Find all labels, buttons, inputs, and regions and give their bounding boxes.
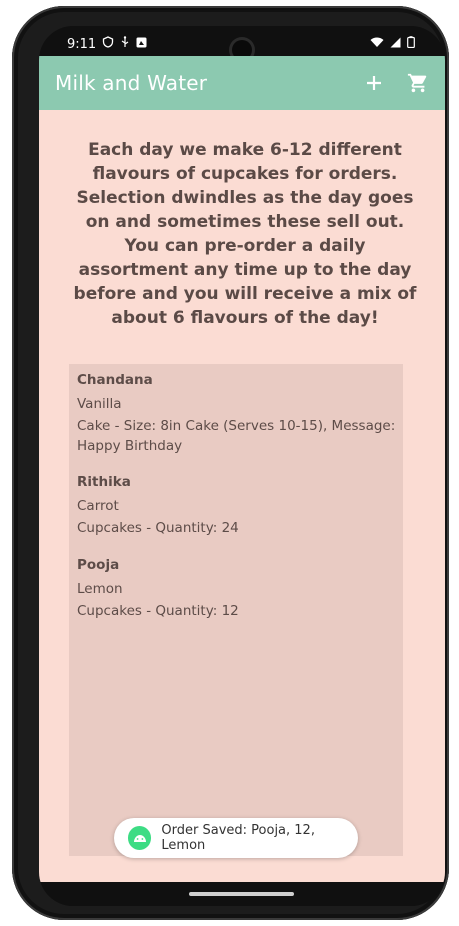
order-flavour: Vanilla <box>77 396 122 412</box>
signal-icon <box>390 37 401 52</box>
status-right <box>370 36 415 52</box>
phone-screen: 9:11 Milk and Water Each day we make 6-1… <box>39 26 445 906</box>
order-name: Rithika <box>77 474 131 490</box>
android-icon <box>128 826 152 850</box>
app-bar: Milk and Water <box>39 56 445 110</box>
main-content: Each day we make 6-12 different flavours… <box>39 110 445 882</box>
order-item[interactable]: Chandana Vanilla Cake - Size: 8in Cake (… <box>77 372 397 458</box>
order-name: Pooja <box>77 557 120 573</box>
toast-message: Order Saved: Pooja, 12, Lemon <box>114 818 358 858</box>
shield-icon <box>102 36 114 52</box>
order-name: Chandana <box>77 372 153 388</box>
order-item[interactable]: Rithika Carrot Cupcakes - Quantity: 24 <box>77 474 397 540</box>
cart-icon[interactable] <box>405 70 431 96</box>
intro-text: Each day we make 6-12 different flavours… <box>73 140 417 328</box>
order-flavour: Lemon <box>77 581 123 597</box>
app-title: Milk and Water <box>55 71 208 95</box>
order-flavour: Carrot <box>77 498 119 514</box>
notification-icon <box>136 37 147 52</box>
order-details: Cake - Size: 8in Cake (Serves 10-15), Me… <box>77 418 396 454</box>
order-item[interactable]: Pooja Lemon Cupcakes - Quantity: 12 <box>77 557 397 623</box>
plus-icon[interactable] <box>361 70 387 96</box>
status-left: 9:11 <box>67 36 147 52</box>
home-indicator[interactable] <box>189 892 294 896</box>
order-details: Cupcakes - Quantity: 24 <box>77 520 239 536</box>
status-bar: 9:11 <box>39 26 445 60</box>
order-details: Cupcakes - Quantity: 12 <box>77 603 239 619</box>
wifi-icon <box>370 37 384 52</box>
usb-icon <box>120 36 130 52</box>
orders-list[interactable]: Chandana Vanilla Cake - Size: 8in Cake (… <box>69 364 403 856</box>
app-bar-actions <box>361 70 431 96</box>
battery-icon <box>407 36 415 52</box>
phone-frame: 9:11 Milk and Water Each day we make 6-1… <box>12 6 449 920</box>
toast-text: Order Saved: Pooja, 12, Lemon <box>161 823 315 853</box>
status-time: 9:11 <box>67 36 97 52</box>
